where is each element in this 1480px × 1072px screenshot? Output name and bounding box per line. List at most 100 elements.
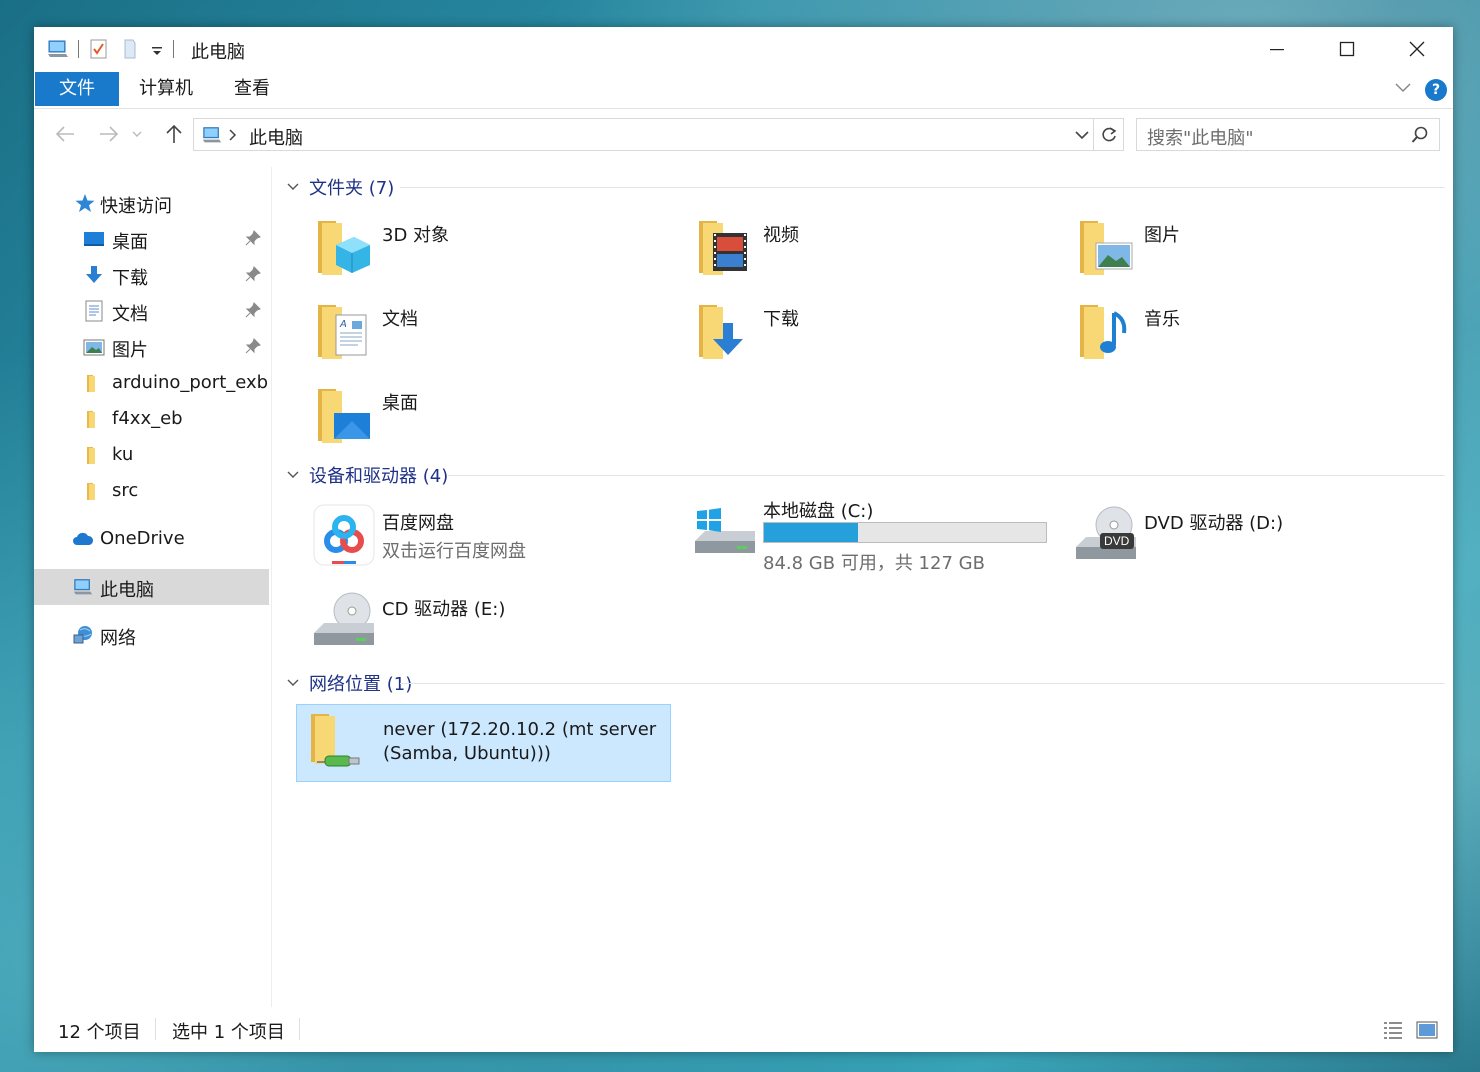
folder-tile-downloads[interactable]: 下载 <box>677 295 1052 375</box>
address-path[interactable]: 此电脑 <box>249 124 303 150</box>
forward-button[interactable] <box>94 119 124 149</box>
cd-drive-icon <box>314 592 374 645</box>
item-name: 本地磁盘 (C:) <box>763 501 874 522</box>
new-folder-icon[interactable] <box>119 37 143 61</box>
sidebar-item-arduino-port-exb[interactable]: arduino_port_exb <box>34 365 269 401</box>
group-title: 文件夹 (7) <box>309 178 395 199</box>
close-button[interactable] <box>1382 27 1452 71</box>
sidebar-item-label: src <box>112 480 139 501</box>
music-folder-icon <box>1080 305 1127 359</box>
sidebar-item-label: ku <box>112 444 134 465</box>
item-name: DVD 驱动器 (D:) <box>1144 513 1284 534</box>
search-icon[interactable] <box>1411 126 1429 144</box>
drive-tile-baidu-netdisk[interactable]: 百度网盘 双击运行百度网盘 <box>296 499 671 579</box>
drive-usage-bar <box>763 522 1047 543</box>
expand-ribbon-button[interactable] <box>1393 77 1413 97</box>
up-button[interactable] <box>159 119 189 149</box>
desktop-folder-icon <box>318 389 370 443</box>
group-title: 网络位置 (1) <box>309 674 413 695</box>
back-button[interactable] <box>50 119 80 149</box>
address-bar[interactable]: 此电脑 <box>193 118 1124 151</box>
pin-icon[interactable] <box>245 338 261 354</box>
sidebar-item-label: 文档 <box>112 304 148 325</box>
folder-tile-pictures[interactable]: 图片 <box>1058 211 1433 291</box>
group-divider <box>448 475 1445 476</box>
customize-toolbar-dropdown-icon[interactable] <box>149 37 165 61</box>
help-button[interactable]: ? <box>1425 79 1447 101</box>
chevron-right-icon[interactable] <box>228 129 238 141</box>
item-name: 文档 <box>382 309 418 330</box>
baidu-netdisk-app-icon <box>313 504 375 566</box>
sidebar-item-src[interactable]: src <box>34 473 269 509</box>
sidebar-item-label: 下载 <box>112 268 148 289</box>
computer-icon <box>73 579 93 595</box>
navigation-bar: 此电脑 搜索"此电脑" <box>34 109 1453 159</box>
picture-icon <box>83 339 105 356</box>
chevron-down-icon <box>287 471 299 478</box>
item-subtitle: 双击运行百度网盘 <box>382 541 526 562</box>
item-name: 百度网盘 <box>382 513 454 534</box>
minimize-button[interactable] <box>1242 27 1312 71</box>
tab-file[interactable]: 文件 <box>35 72 119 106</box>
folder-tile-documents[interactable]: A 文档 <box>296 295 671 375</box>
search-input[interactable]: 搜索"此电脑" <box>1136 118 1440 151</box>
group-divider <box>400 187 1445 188</box>
sidebar-item-ku[interactable]: ku <box>34 437 269 473</box>
pin-icon[interactable] <box>245 302 261 318</box>
large-icons-view-icon[interactable] <box>1416 1020 1438 1040</box>
item-count: 12 个项目 <box>58 1022 141 1043</box>
drive-tile-local-disk-c[interactable]: 本地磁盘 (C:) 84.8 GB 可用，共 127 GB <box>677 487 1052 574</box>
folder-tile-desktop[interactable]: 桌面 <box>296 379 671 459</box>
folder-icon <box>87 411 95 428</box>
sidebar-item-downloads[interactable]: 下载 <box>34 257 269 293</box>
refresh-button[interactable] <box>1093 119 1123 150</box>
sidebar-item-quick-access[interactable]: 快速访问 <box>34 185 269 221</box>
pictures-folder-icon <box>1080 221 1133 275</box>
sidebar-item-documents[interactable]: 文档 <box>34 293 269 329</box>
quick-access-toolbar <box>46 37 182 61</box>
tab-computer[interactable]: 计算机 <box>119 72 213 106</box>
window-title: 此电脑 <box>191 42 245 63</box>
dvd-drive-icon: DVD <box>1076 506 1136 559</box>
sidebar-item-label: 桌面 <box>112 232 148 253</box>
sidebar-item-pictures[interactable]: 图片 <box>34 329 269 365</box>
sidebar-item-onedrive[interactable]: OneDrive <box>34 521 269 557</box>
maximize-button[interactable] <box>1312 27 1382 71</box>
minimize-icon <box>1270 49 1284 51</box>
folder-icon <box>87 447 95 464</box>
pin-icon[interactable] <box>245 266 261 282</box>
folder-tile-videos[interactable]: 视频 <box>677 211 1052 291</box>
sidebar-item-label: arduino_port_exb <box>112 372 269 393</box>
computer-icon <box>202 127 222 143</box>
network-location-tile[interactable]: never (172.20.10.2 (mt server (Samba, Ub… <box>296 704 671 782</box>
svg-text:A: A <box>339 319 347 330</box>
up-arrow-icon <box>166 124 182 143</box>
tab-view[interactable]: 查看 <box>214 72 290 106</box>
properties-checkmark-icon[interactable] <box>87 37 111 61</box>
drive-tile-dvd-d[interactable]: DVD DVD 驱动器 (D:) <box>1058 499 1433 579</box>
item-name: 桌面 <box>382 393 418 414</box>
sidebar-item-label: 快速访问 <box>100 196 172 217</box>
title-bar: 此电脑 <box>34 27 1453 71</box>
forward-arrow-icon <box>100 126 119 142</box>
details-view-icon[interactable] <box>1382 1020 1404 1040</box>
pin-icon[interactable] <box>245 230 261 246</box>
group-header-devices[interactable]: 设备和驱动器 (4) <box>285 460 1445 490</box>
folder-tile-music[interactable]: 音乐 <box>1058 295 1433 375</box>
group-header-network-locations[interactable]: 网络位置 (1) <box>285 668 1445 698</box>
address-history-dropdown[interactable] <box>1073 125 1091 145</box>
desktop-icon <box>84 232 104 246</box>
computer-icon[interactable] <box>46 37 70 61</box>
sidebar-item-this-pc[interactable]: 此电脑 <box>34 569 269 605</box>
recent-locations-button[interactable] <box>129 119 145 149</box>
drive-tile-cd-e[interactable]: CD 驱动器 (E:) <box>296 585 671 665</box>
folder-tile-3d-objects[interactable]: 3D 对象 <box>296 211 671 291</box>
sidebar-item-desktop[interactable]: 桌面 <box>34 221 269 257</box>
sidebar-item-f4xx-eb[interactable]: f4xx_eb <box>34 401 269 437</box>
maximize-icon <box>1339 41 1355 57</box>
sidebar-item-network[interactable]: 网络 <box>34 617 269 653</box>
drive-usage-fill <box>764 523 858 542</box>
sidebar-item-label: 网络 <box>100 628 136 649</box>
group-header-folders[interactable]: 文件夹 (7) <box>285 172 1445 202</box>
item-name: 3D 对象 <box>382 225 450 246</box>
